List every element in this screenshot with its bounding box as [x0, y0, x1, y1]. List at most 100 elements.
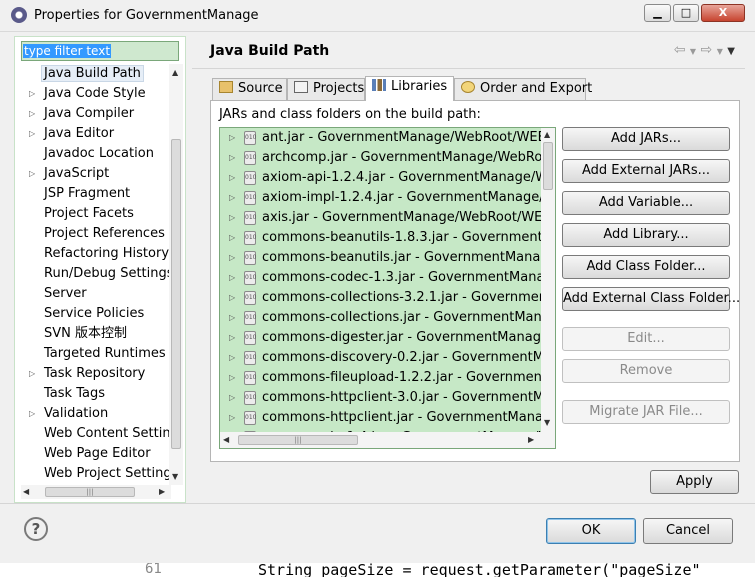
expand-arrow-icon[interactable]: ▷	[229, 408, 235, 428]
expand-arrow-icon[interactable]: ▷	[29, 84, 35, 104]
expand-arrow-icon[interactable]: ▷	[229, 128, 235, 148]
jar-row[interactable]: ▷ 010 axiom-impl-1.2.4.jar - GovernmentMan…	[220, 188, 555, 208]
jar-row[interactable]: ▷ 010 commons-beanutils-1.8.3.jar - Govern…	[220, 228, 555, 248]
scroll-up-icon[interactable]: ▲	[544, 130, 550, 139]
expand-arrow-icon[interactable]: ▷	[229, 248, 235, 268]
scroll-up-icon[interactable]: ▲	[172, 68, 178, 77]
scroll-right-icon[interactable]: ▶	[528, 435, 534, 444]
expand-arrow-icon[interactable]: ▷	[229, 388, 235, 408]
tab-order-and-export[interactable]: Order and Export	[454, 78, 592, 100]
jar-row[interactable]: ▷ 010 ant.jar - GovernmentManage/WebRoot/W…	[220, 128, 555, 148]
forward-menu-icon[interactable]: ▼	[717, 47, 723, 56]
scroll-thumb[interactable]: |||	[45, 487, 135, 497]
expand-arrow-icon[interactable]: ▷	[229, 228, 235, 248]
scroll-down-icon[interactable]: ▼	[172, 472, 178, 481]
tree-horizontal-scrollbar[interactable]: ◀ ||| ▶	[21, 485, 171, 499]
tree-item[interactable]: Java Build Path	[21, 64, 171, 84]
expand-arrow-icon[interactable]: ▷	[29, 104, 35, 124]
jar-row[interactable]: ▷ 010 commons-digester.jar - GovernmentMan…	[220, 328, 555, 348]
expand-arrow-icon[interactable]: ▷	[29, 364, 35, 384]
jar-row[interactable]: ▷ 010 axiom-api-1.2.4.jar - GovernmentMana…	[220, 168, 555, 188]
tree-item[interactable]: ▷ Java Compiler	[21, 104, 171, 124]
tree-item[interactable]: JSP Fragment	[21, 184, 171, 204]
tree-item[interactable]: Targeted Runtimes	[21, 344, 171, 364]
back-icon[interactable]: ⇦	[674, 42, 686, 58]
scroll-thumb[interactable]	[543, 142, 553, 190]
tab-libraries[interactable]: Libraries	[365, 76, 454, 101]
scroll-left-icon[interactable]: ◀	[23, 487, 29, 496]
scroll-thumb[interactable]: |||	[238, 435, 358, 445]
jar-icon: 010	[244, 411, 256, 425]
ok-button[interactable]: OK	[546, 518, 636, 544]
expand-arrow-icon[interactable]: ▷	[229, 308, 235, 328]
jar-row[interactable]: ▷ 010 commons-fileupload-1.2.2.jar - Gover…	[220, 368, 555, 388]
tree-item[interactable]: Javadoc Location	[21, 144, 171, 164]
add-variable-button[interactable]: Add Variable...	[562, 191, 730, 215]
scroll-thumb[interactable]	[171, 139, 181, 449]
jar-list[interactable]: ▷ 010 ant.jar - GovernmentManage/WebRoot/W…	[219, 127, 556, 449]
tree-item[interactable]: Refactoring History	[21, 244, 171, 264]
jar-row[interactable]: ▷ 010 archcomp.jar - GovernmentManage/WebR…	[220, 148, 555, 168]
back-menu-icon[interactable]: ▼	[690, 47, 696, 56]
tab-source[interactable]: Source	[212, 78, 287, 100]
jar-row[interactable]: ▷ 010 commons-httpclient.jar - GovernmentM…	[220, 408, 555, 428]
tree-item[interactable]: Web Project Settings	[21, 464, 171, 484]
minimize-button[interactable]: ▁	[644, 4, 671, 22]
jar-row[interactable]: ▷ 010 commons-httpclient-3.0.jar - Governm…	[220, 388, 555, 408]
expand-arrow-icon[interactable]: ▷	[29, 124, 35, 144]
tab-projects[interactable]: Projects	[287, 78, 365, 100]
add-jars-button[interactable]: Add JARs...	[562, 127, 730, 151]
expand-arrow-icon[interactable]: ▷	[229, 148, 235, 168]
add-class-folder-button[interactable]: Add Class Folder...	[562, 255, 730, 279]
maximize-button[interactable]: □	[673, 4, 699, 22]
tree-item[interactable]: ▷ Task Repository	[21, 364, 171, 384]
tree-item[interactable]: Task Tags	[21, 384, 171, 404]
jar-row[interactable]: ▷ 010 commons-collections-3.2.1.jar - Gove…	[220, 288, 555, 308]
jar-row[interactable]: ▷ 010 axis.jar - GovernmentManage/WebRoot/…	[220, 208, 555, 228]
scroll-left-icon[interactable]: ◀	[223, 435, 229, 444]
tree-item[interactable]: SVN 版本控制	[21, 324, 171, 344]
apply-button[interactable]: Apply	[650, 470, 739, 494]
tree-item[interactable]: Web Content Settings	[21, 424, 171, 444]
expand-arrow-icon[interactable]: ▷	[29, 164, 35, 184]
tree-item[interactable]: Project Facets	[21, 204, 171, 224]
jar-row[interactable]: ▷ 010 commons-beanutils.jar - GovernmentMa…	[220, 248, 555, 268]
cancel-button[interactable]: Cancel	[643, 518, 733, 544]
expand-arrow-icon[interactable]: ▷	[229, 288, 235, 308]
jar-row[interactable]: ▷ 010 commons-collections.jar - Government…	[220, 308, 555, 328]
view-menu-icon[interactable]: ▼	[727, 46, 735, 57]
tab-label: Libraries	[391, 79, 448, 94]
jar-row[interactable]: ▷ 010 commons-discovery-0.2.jar - Governme…	[220, 348, 555, 368]
scroll-down-icon[interactable]: ▼	[544, 418, 550, 427]
add-external-class-folder-button[interactable]: Add External Class Folder...	[562, 287, 740, 311]
tree-item[interactable]: Run/Debug Settings	[21, 264, 171, 284]
expand-arrow-icon[interactable]: ▷	[229, 208, 235, 228]
add-external-jars-button[interactable]: Add External JARs...	[562, 159, 730, 183]
tree-item-label: Validation	[44, 406, 109, 421]
close-button[interactable]: X	[701, 4, 745, 22]
jar-list-vertical-scrollbar[interactable]: ▲ ▼	[541, 128, 555, 432]
expand-arrow-icon[interactable]: ▷	[229, 328, 235, 348]
tree-item[interactable]: Web Page Editor	[21, 444, 171, 464]
tree-item[interactable]: ▷ Java Code Style	[21, 84, 171, 104]
tree-vertical-scrollbar[interactable]: ▲ ▼	[169, 64, 183, 485]
filter-input[interactable]: type filter text	[21, 41, 179, 61]
tree-item[interactable]: Project References	[21, 224, 171, 244]
scroll-right-icon[interactable]: ▶	[159, 487, 165, 496]
expand-arrow-icon[interactable]: ▷	[229, 168, 235, 188]
tree-item[interactable]: ▷ Java Editor	[21, 124, 171, 144]
expand-arrow-icon[interactable]: ▷	[229, 348, 235, 368]
jar-row[interactable]: ▷ 010 commons-codec-1.3.jar - GovernmentMa…	[220, 268, 555, 288]
tree-item[interactable]: ▷ Validation	[21, 404, 171, 424]
expand-arrow-icon[interactable]: ▷	[229, 368, 235, 388]
forward-icon[interactable]: ⇨	[701, 42, 713, 58]
help-icon[interactable]: ?	[24, 517, 48, 541]
tree-item[interactable]: Service Policies	[21, 304, 171, 324]
jar-list-horizontal-scrollbar[interactable]: ◀ ||| ▶	[220, 432, 555, 448]
tree-item[interactable]: Server	[21, 284, 171, 304]
add-library-button[interactable]: Add Library...	[562, 223, 730, 247]
tree-item[interactable]: ▷ JavaScript	[21, 164, 171, 184]
expand-arrow-icon[interactable]: ▷	[29, 404, 35, 424]
expand-arrow-icon[interactable]: ▷	[229, 268, 235, 288]
expand-arrow-icon[interactable]: ▷	[229, 188, 235, 208]
